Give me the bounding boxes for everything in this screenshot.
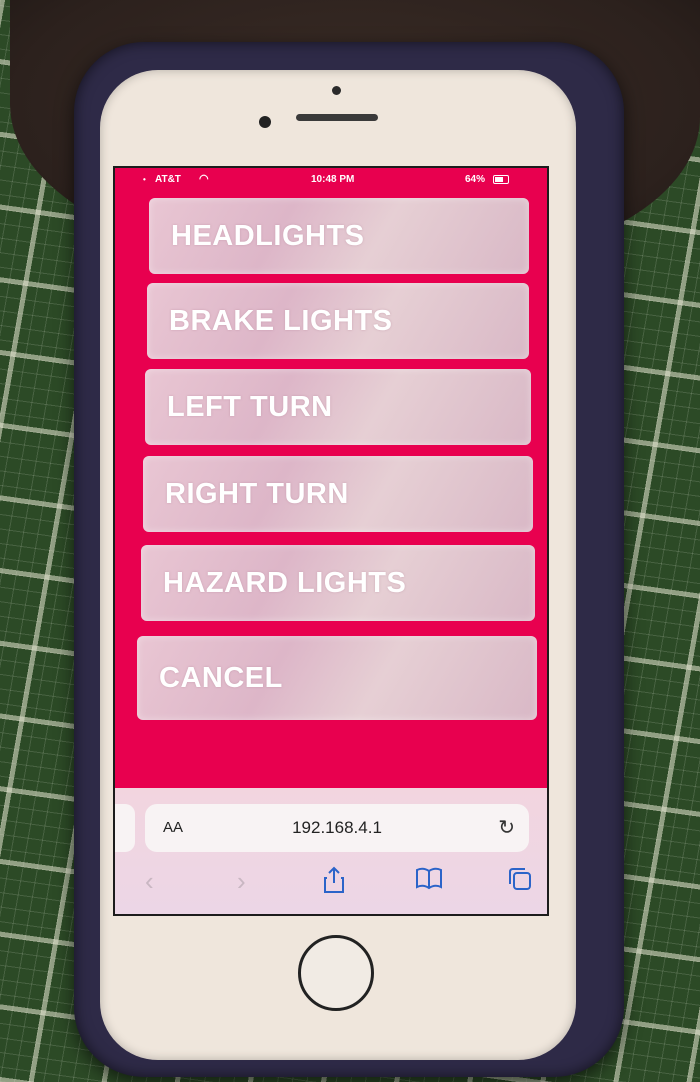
reload-icon[interactable]: ↻ bbox=[498, 815, 515, 840]
previous-tab-peek[interactable] bbox=[115, 804, 135, 852]
home-button[interactable] bbox=[298, 935, 374, 1011]
sensor-icon bbox=[259, 116, 271, 128]
status-bar: • AT&T ◠ 10:48 PM 64% bbox=[115, 168, 547, 192]
address-bar[interactable]: AA 192.168.4.1 ↻ bbox=[145, 804, 529, 852]
cancel-button[interactable]: CANCEL bbox=[137, 636, 537, 720]
battery-percent: 64% bbox=[465, 174, 486, 185]
camera-icon bbox=[332, 86, 341, 95]
hazard-lights-button[interactable]: HAZARD LIGHTS bbox=[141, 545, 535, 621]
share-icon[interactable] bbox=[323, 866, 345, 901]
phone-screen: • AT&T ◠ 10:48 PM 64% HEADLIGHTS BRAKE L… bbox=[113, 166, 549, 916]
clock-label: 10:48 PM bbox=[311, 174, 355, 185]
earpiece-speaker bbox=[296, 114, 378, 121]
wifi-icon: ◠ bbox=[199, 173, 209, 185]
right-turn-button[interactable]: RIGHT TURN bbox=[143, 456, 533, 532]
browser-toolbar: AA 192.168.4.1 ↻ ‹ › bbox=[115, 788, 547, 914]
bookmarks-icon[interactable] bbox=[415, 866, 443, 897]
signal-icon: • bbox=[143, 175, 147, 184]
brake-lights-button[interactable]: BRAKE LIGHTS bbox=[147, 283, 529, 359]
browser-nav-row: ‹ › bbox=[115, 862, 547, 902]
left-turn-button[interactable]: LEFT TURN bbox=[145, 369, 531, 445]
carrier-label: AT&T bbox=[155, 174, 181, 185]
headlights-button[interactable]: HEADLIGHTS bbox=[149, 198, 529, 274]
forward-icon[interactable]: › bbox=[237, 866, 246, 897]
back-icon[interactable]: ‹ bbox=[145, 866, 154, 897]
battery-icon bbox=[493, 175, 509, 184]
tabs-icon[interactable] bbox=[507, 866, 533, 899]
url-text[interactable]: 192.168.4.1 bbox=[145, 818, 529, 838]
